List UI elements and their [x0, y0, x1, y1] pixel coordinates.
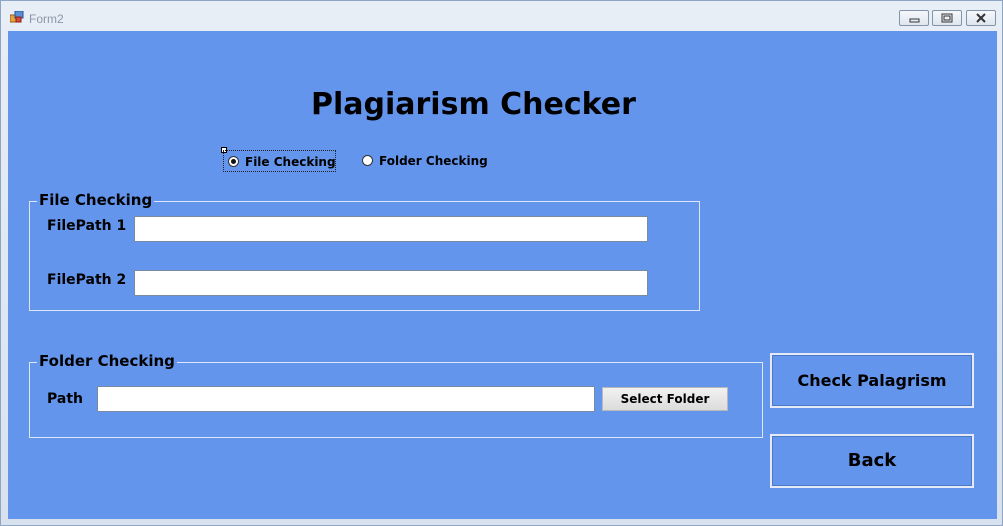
folder-path-input[interactable] [97, 386, 595, 412]
back-button[interactable]: Back [770, 434, 974, 488]
filepath2-label: FilePath 2 [47, 272, 127, 288]
file-checking-group-title: File Checking [37, 191, 155, 209]
app-icon [10, 11, 24, 23]
radio-selected-icon [228, 156, 239, 167]
close-button[interactable] [966, 10, 996, 26]
form-client-area: Plagiarism Checker File Checking Folder … [8, 31, 997, 519]
filepath2-input[interactable] [134, 270, 648, 296]
radio-folder-checking-label: Folder Checking [379, 154, 488, 168]
radio-folder-checking[interactable]: Folder Checking [358, 150, 498, 172]
file-checking-group: File Checking FilePath 1 FilePath 2 [29, 191, 700, 311]
application-window: Form2 Plagiarism Checker File Checking F… [0, 0, 1003, 526]
window-title: Form2 [29, 12, 64, 26]
check-plagiarism-button[interactable]: Check Palagrism [770, 353, 974, 408]
folder-checking-group: Folder Checking Path Select Folder [29, 352, 763, 438]
close-icon [976, 13, 986, 23]
minimize-icon [909, 18, 920, 23]
minimize-button[interactable] [899, 10, 929, 26]
filepath1-label: FilePath 1 [47, 218, 127, 234]
radio-file-checking[interactable]: File Checking [223, 150, 336, 172]
filepath1-input[interactable] [134, 216, 648, 242]
select-folder-button[interactable]: Select Folder [602, 387, 728, 411]
title-bar[interactable]: Form2 [1, 1, 1002, 31]
path-label: Path [47, 391, 83, 407]
radio-unselected-icon [362, 155, 373, 166]
folder-checking-group-title: Folder Checking [37, 352, 177, 370]
radio-file-checking-label: File Checking [245, 155, 336, 169]
maximize-button[interactable] [932, 10, 962, 26]
page-title: Plagiarism Checker [311, 87, 636, 122]
restore-icon [941, 13, 953, 23]
